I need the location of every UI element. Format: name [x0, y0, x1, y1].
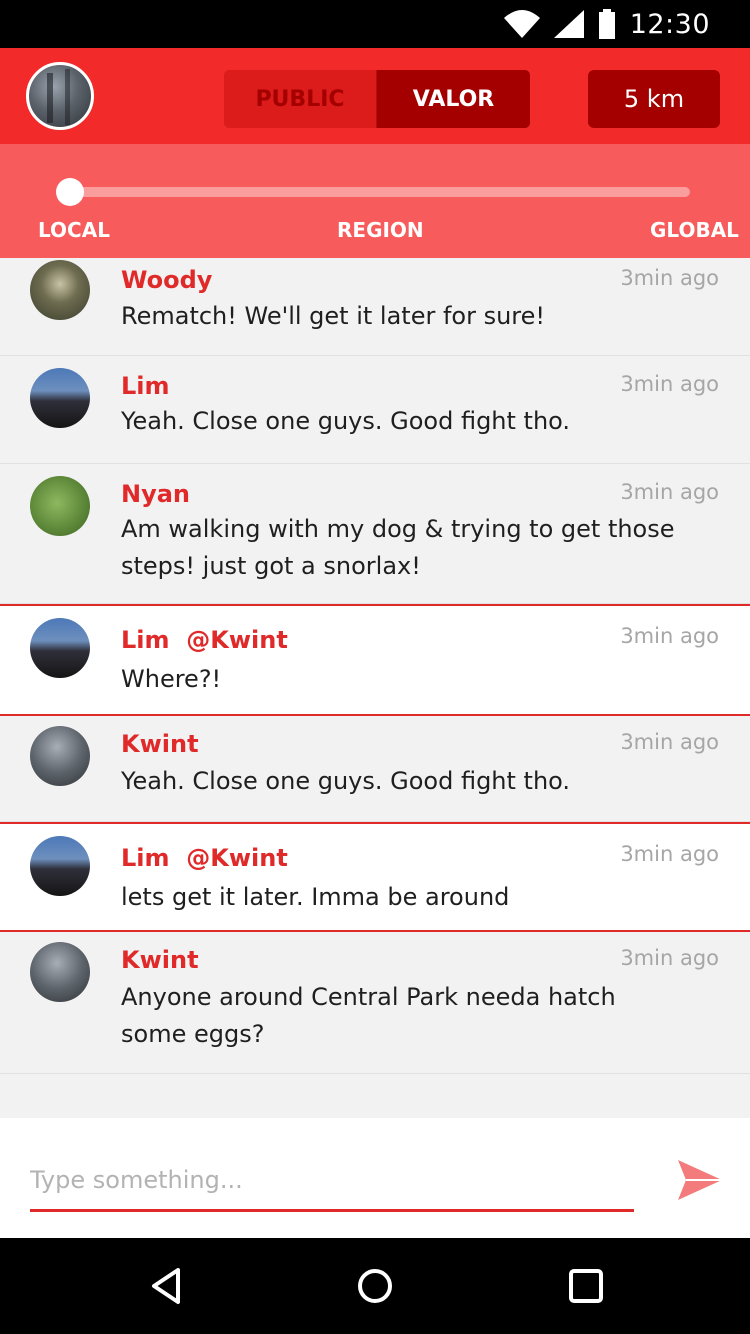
message-item: Nyan 3min ago Am walking with my dog & t… [0, 464, 750, 604]
message-text: Am walking with my dog & trying to get t… [121, 515, 675, 580]
slider-label-global[interactable]: GLOBAL [650, 218, 739, 242]
signal-icon [553, 10, 584, 38]
range-slider-panel: LOCAL REGION GLOBAL [0, 144, 750, 258]
message-author[interactable]: Lim [121, 372, 170, 400]
message-text: Anyone around Central Park needa hatch s… [121, 983, 616, 1048]
message-item: Lim 3min ago Yeah. Close one guys. Good … [0, 356, 750, 464]
avatar[interactable] [30, 260, 90, 320]
message-time: 3min ago [620, 730, 719, 754]
message-item: Woody 3min ago Rematch! We'll get it lat… [0, 258, 750, 356]
message-author[interactable]: Nyan [121, 480, 190, 508]
slider-thumb[interactable] [56, 178, 84, 206]
message-item-mention: Lim @Kwint 3min ago lets get it later. I… [0, 822, 750, 932]
home-icon[interactable] [355, 1266, 395, 1306]
slider-track[interactable] [70, 187, 690, 197]
back-icon[interactable] [146, 1266, 186, 1306]
message-text: Rematch! We'll get it later for sure! [121, 302, 546, 330]
avatar[interactable] [30, 942, 90, 1002]
avatar[interactable] [30, 726, 90, 786]
avatar[interactable] [30, 476, 90, 536]
message-time: 3min ago [620, 372, 719, 396]
message-item: Kwint 3min ago Yeah. Close one guys. Goo… [0, 716, 750, 822]
send-icon[interactable] [676, 1158, 724, 1202]
message-text: lets get it later. Imma be around [121, 883, 510, 911]
message-text: Where?! [121, 665, 222, 693]
message-text: Yeah. Close one guys. Good fight tho. [121, 767, 571, 795]
tab-public[interactable]: PUBLIC [224, 70, 377, 128]
message-composer [0, 1118, 750, 1238]
distance-button[interactable]: 5 km [588, 70, 720, 128]
message-author[interactable]: Lim @Kwint [121, 626, 288, 654]
clock: 12:30 [629, 8, 710, 40]
message-author[interactable]: Kwint [121, 946, 199, 974]
message-item-mention: Lim @Kwint 3min ago Where?! [0, 604, 750, 716]
message-time: 3min ago [620, 842, 719, 866]
channel-toggle: PUBLIC VALOR [224, 70, 530, 128]
slider-label-local[interactable]: LOCAL [38, 218, 110, 242]
slider-label-region[interactable]: REGION [337, 218, 424, 242]
mention-tag[interactable]: @Kwint [186, 626, 288, 654]
input-underline [30, 1209, 634, 1212]
message-time: 3min ago [620, 946, 719, 970]
avatar[interactable] [30, 368, 90, 428]
message-text: Yeah. Close one guys. Good fight tho. [121, 407, 571, 435]
battery-icon [598, 9, 615, 39]
message-author[interactable]: Kwint [121, 730, 199, 758]
message-item: Kwint 3min ago Anyone around Central Par… [0, 932, 750, 1074]
author-name: Lim [121, 626, 170, 654]
tab-valor[interactable]: VALOR [377, 70, 530, 128]
avatar[interactable] [30, 618, 90, 678]
message-input[interactable] [30, 1160, 634, 1200]
status-bar: 12:30 [0, 0, 750, 48]
author-name: Lim [121, 844, 170, 872]
recents-icon[interactable] [566, 1266, 606, 1306]
wifi-icon [503, 10, 540, 38]
app-header: PUBLIC VALOR 5 km [0, 48, 750, 144]
message-feed[interactable]: Woody 3min ago Rematch! We'll get it lat… [0, 258, 750, 1118]
profile-avatar[interactable] [26, 62, 94, 130]
message-time: 3min ago [620, 480, 719, 504]
avatar[interactable] [30, 836, 90, 896]
message-time: 3min ago [620, 266, 719, 290]
message-author[interactable]: Woody [121, 266, 212, 294]
message-time: 3min ago [620, 624, 719, 648]
message-author[interactable]: Lim @Kwint [121, 844, 288, 872]
system-nav-bar [0, 1238, 750, 1334]
mention-tag[interactable]: @Kwint [186, 844, 288, 872]
